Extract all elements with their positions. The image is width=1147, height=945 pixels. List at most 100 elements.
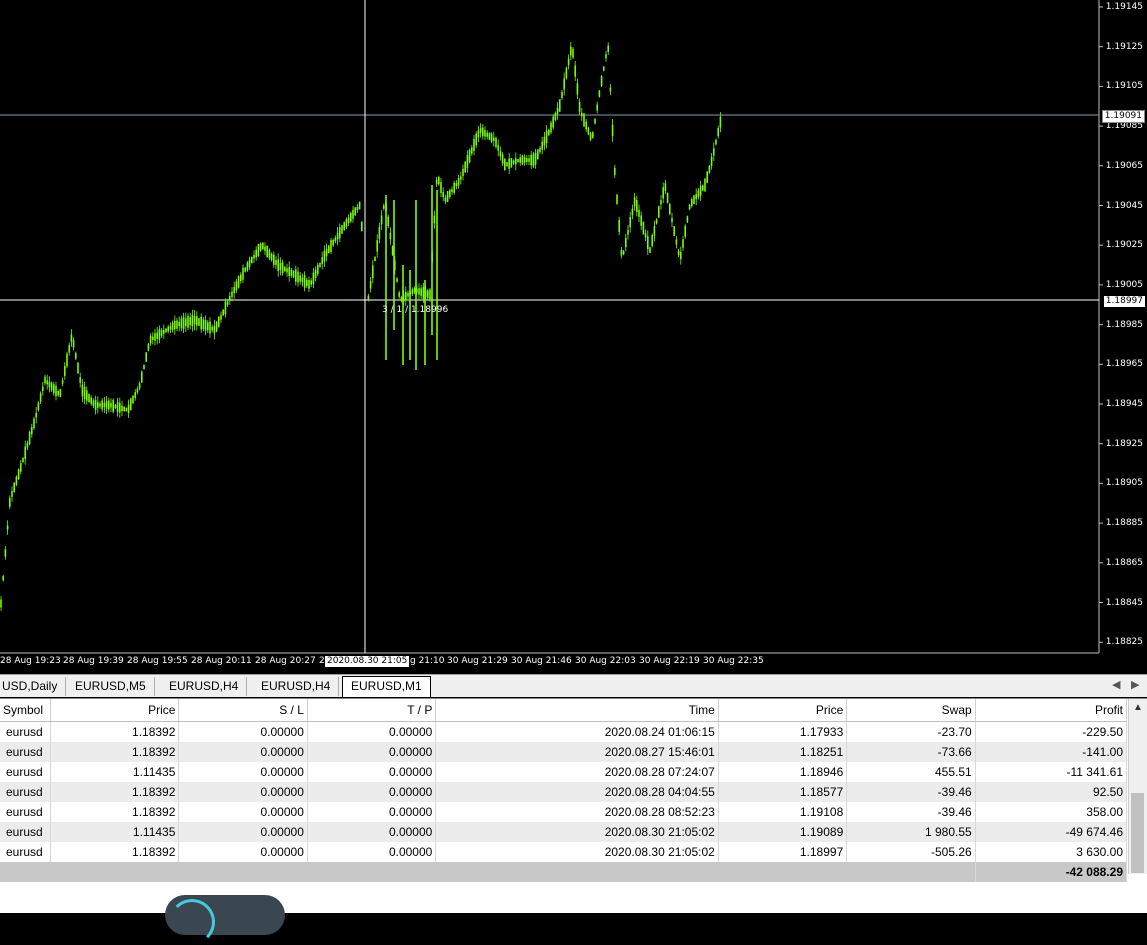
header-sl[interactable]: S / L bbox=[178, 699, 308, 722]
cell-profit: 92.50 bbox=[975, 782, 1128, 802]
cell-sl: 0.00000 bbox=[178, 782, 308, 802]
table-row[interactable]: eurusd 1.18392 0.00000 0.00000 2020.08.28 04… bbox=[0, 782, 1128, 802]
bid-price-tag: 1.19091 bbox=[1101, 110, 1145, 123]
header-time[interactable]: Time bbox=[435, 699, 719, 722]
cell-current-price: 1.19089 bbox=[718, 822, 848, 842]
cell-tp: 0.00000 bbox=[307, 782, 437, 802]
cell-sl: 0.00000 bbox=[178, 762, 308, 782]
gauge-ring-icon bbox=[169, 899, 215, 945]
cell-time: 2020.08.28 07:24:07 bbox=[435, 762, 719, 782]
cell-symbol: eurusd bbox=[0, 822, 51, 842]
header-current-price[interactable]: Price bbox=[718, 699, 848, 722]
positions-table: Symbol Price S / L T / P Time Price Swap… bbox=[0, 699, 1128, 882]
cell-symbol: eurusd bbox=[0, 842, 51, 862]
tab-eurusd-m5[interactable]: EURUSD,M5 bbox=[67, 677, 155, 696]
tab-eurusd-h4[interactable]: EURUSD,H4 bbox=[161, 677, 248, 696]
vertical-scrollbar[interactable]: ▲ bbox=[1128, 699, 1147, 874]
time-axis-label: 30 Aug 21:29 bbox=[447, 656, 508, 666]
cell-profit: 358.00 bbox=[975, 802, 1128, 822]
table-row[interactable]: eurusd 1.18392 0.00000 0.00000 2020.08.28 08… bbox=[0, 802, 1128, 822]
cell-profit: -141.00 bbox=[975, 742, 1128, 762]
price-axis-label: 1.18905 bbox=[1105, 478, 1143, 489]
cell-tp: 0.00000 bbox=[307, 762, 437, 782]
cell-open-price: 1.18392 bbox=[50, 742, 180, 762]
cell-current-price: 1.18577 bbox=[718, 782, 848, 802]
table-row[interactable]: eurusd 1.18392 0.00000 0.00000 2020.08.30 21… bbox=[0, 842, 1128, 862]
cell-time: 2020.08.28 04:04:55 bbox=[435, 782, 719, 802]
table-row[interactable]: eurusd 1.18392 0.00000 0.00000 2020.08.27 15… bbox=[0, 742, 1128, 762]
price-axis-label: 1.18845 bbox=[1105, 597, 1143, 608]
cell-current-price: 1.17933 bbox=[718, 721, 848, 742]
cell-time: 2020.08.27 15:46:01 bbox=[435, 742, 719, 762]
header-symbol[interactable]: Symbol bbox=[0, 699, 51, 722]
cell-time: 2020.08.24 01:06:15 bbox=[435, 721, 719, 742]
scroll-up-icon[interactable]: ▲ bbox=[1133, 702, 1143, 713]
cell-open-price: 1.11435 bbox=[50, 762, 180, 782]
price-axis-label: 1.19045 bbox=[1105, 200, 1143, 211]
cell-swap: -505.26 bbox=[846, 842, 976, 862]
tab-scroll-right-icon[interactable]: ▶ bbox=[1131, 678, 1139, 691]
time-axis-label: g 21:10 bbox=[410, 656, 445, 666]
cell-current-price: 1.18997 bbox=[718, 842, 848, 862]
cell-sl: 0.00000 bbox=[178, 842, 308, 862]
cell-time: 2020.08.30 21:05:02 bbox=[435, 842, 719, 862]
price-axis-label: 1.19025 bbox=[1105, 240, 1143, 251]
header-tp[interactable]: T / P bbox=[307, 699, 437, 722]
time-axis-label: 30 Aug 21:46 bbox=[511, 656, 572, 666]
time-axis-label: 28 Aug 19:55 bbox=[127, 656, 188, 666]
cell-sl: 0.00000 bbox=[178, 802, 308, 822]
cell-swap: -39.46 bbox=[846, 782, 976, 802]
tab-eurusd-h4-2[interactable]: EURUSD,H4 bbox=[253, 677, 340, 696]
crosshair-readout: 3 / 1 / 1.18996 bbox=[382, 305, 449, 315]
price-axis-label: 1.19125 bbox=[1105, 41, 1143, 52]
total-row: -42 088.29 bbox=[0, 862, 1128, 882]
chart-tab-bar: USD,Daily EURUSD,M5 EURUSD,H4 EURUSD,H4 … bbox=[0, 674, 1147, 697]
header-swap[interactable]: Swap bbox=[846, 699, 976, 722]
price-axis-label: 1.18925 bbox=[1105, 438, 1143, 449]
cell-sl: 0.00000 bbox=[178, 822, 308, 842]
time-axis-label: 30 Aug 22:19 bbox=[639, 656, 700, 666]
candlestick-plot bbox=[0, 0, 1103, 654]
price-axis-label: 1.19105 bbox=[1105, 81, 1143, 92]
cell-swap: -39.46 bbox=[846, 802, 976, 822]
cell-open-price: 1.18392 bbox=[50, 842, 180, 862]
price-axis-label: 1.19065 bbox=[1105, 160, 1143, 171]
table-row[interactable]: eurusd 1.11435 0.00000 0.00000 2020.08.30 21… bbox=[0, 822, 1128, 842]
time-axis-label: 28 Aug 20:27 bbox=[255, 656, 316, 666]
header-profit[interactable]: Profit bbox=[975, 699, 1128, 722]
cell-sl: 0.00000 bbox=[178, 742, 308, 762]
tab-scroll-left-icon[interactable]: ◀ bbox=[1112, 678, 1120, 691]
table-row[interactable]: eurusd 1.11435 0.00000 0.00000 2020.08.28 07… bbox=[0, 762, 1128, 782]
cell-swap: -23.70 bbox=[846, 721, 976, 742]
cell-sl: 0.00000 bbox=[178, 721, 308, 742]
time-axis-label: 28 Aug 19:39 bbox=[63, 656, 124, 666]
tab-eurusd-m1[interactable]: EURUSD,M1 bbox=[342, 676, 431, 697]
price-chart[interactable]: 1.19145 1.19125 1.19105 1.19085 1.19065 1.190… bbox=[0, 0, 1147, 673]
time-axis-label: 30 Aug 22:35 bbox=[703, 656, 764, 666]
cell-swap: 1 980.55 bbox=[846, 822, 976, 842]
cell-symbol: eurusd bbox=[0, 802, 51, 822]
cell-open-price: 1.18392 bbox=[50, 802, 180, 822]
cell-tp: 0.00000 bbox=[307, 742, 437, 762]
table-row[interactable]: eurusd 1.18392 0.00000 0.00000 2020.08.24 01… bbox=[0, 721, 1128, 742]
price-axis-label: 1.18885 bbox=[1105, 518, 1143, 529]
cell-tp: 0.00000 bbox=[307, 822, 437, 842]
total-profit: -42 088.29 bbox=[975, 862, 1128, 882]
crosshair-price-tag: 1.18997 bbox=[1103, 296, 1145, 307]
scrollbar-thumb[interactable] bbox=[1131, 793, 1144, 873]
cell-tp: 0.00000 bbox=[307, 802, 437, 822]
header-open-price[interactable]: Price bbox=[50, 699, 180, 722]
cell-swap: -73.66 bbox=[846, 742, 976, 762]
time-axis-label: 2 bbox=[319, 656, 325, 666]
tab-usd-daily[interactable]: USD,Daily bbox=[0, 677, 67, 696]
price-axis-label: 1.19005 bbox=[1105, 279, 1143, 290]
price-axis-label: 1.18945 bbox=[1105, 399, 1143, 409]
cell-open-price: 1.18392 bbox=[50, 782, 180, 802]
cell-profit: -49 674.46 bbox=[975, 822, 1128, 842]
time-axis-label: 30 Aug 22:03 bbox=[575, 656, 636, 666]
trade-terminal: Symbol Price S / L T / P Time Price Swap… bbox=[0, 698, 1147, 913]
cell-time: 2020.08.28 08:52:23 bbox=[435, 802, 719, 822]
price-axis-label: 1.18965 bbox=[1105, 359, 1143, 370]
cell-open-price: 1.18392 bbox=[50, 721, 180, 742]
time-axis-label: 28 Aug 20:11 bbox=[191, 656, 252, 666]
